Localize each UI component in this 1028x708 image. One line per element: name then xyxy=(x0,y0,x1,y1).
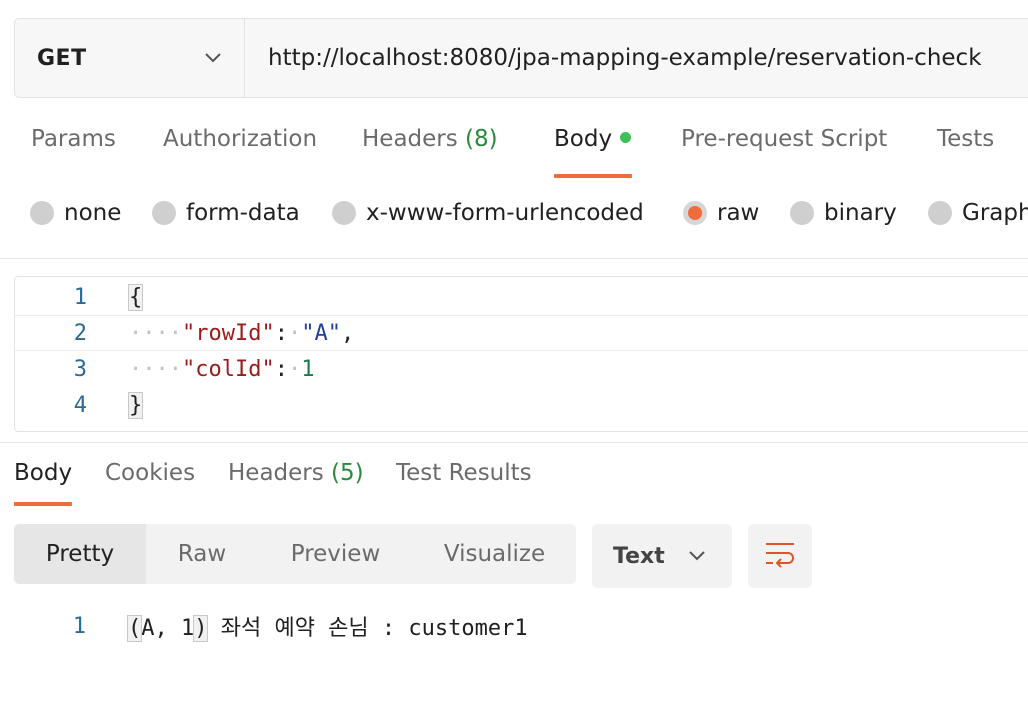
wrap-lines-button[interactable] xyxy=(748,524,812,588)
close-brace: } xyxy=(127,391,144,419)
json-key: "colId" xyxy=(181,356,275,382)
tab-authorization[interactable]: Authorization xyxy=(163,126,317,178)
editor-line: 1 { xyxy=(15,279,1028,315)
radio-form-data[interactable]: form-data xyxy=(152,200,300,226)
response-tabs: Body Cookies Headers (5) Test Results xyxy=(0,460,1028,510)
format-select[interactable]: Text xyxy=(592,524,732,588)
tab-headers[interactable]: Headers (8) xyxy=(362,126,498,178)
body-indicator-dot xyxy=(620,132,632,143)
tab-pre-request-script[interactable]: Pre-request Script xyxy=(681,126,887,178)
line-number: 1 xyxy=(72,613,86,639)
request-tabs: Params Authorization Headers (8) Body Pr… xyxy=(0,126,1028,180)
format-label: Text xyxy=(613,543,665,569)
method-select[interactable]: GET xyxy=(15,19,245,97)
wrap-lines-icon xyxy=(764,540,796,572)
view-preview[interactable]: Preview xyxy=(258,524,413,584)
editor-line: 4 } xyxy=(15,387,1028,423)
line-number: 3 xyxy=(73,356,87,382)
chevron-down-icon xyxy=(204,52,222,64)
request-body-editor[interactable]: 1 { 2 ····"rowId":·"A", 3 ····"colId":·1… xyxy=(14,276,1028,432)
radio-x-www-form-urlencoded[interactable]: x-www-form-urlencoded xyxy=(332,200,644,226)
response-tab-test-results[interactable]: Test Results xyxy=(396,460,532,486)
editor-line: 2 ····"rowId":·"A", xyxy=(15,315,1028,351)
radio-circle xyxy=(790,201,814,225)
radio-none[interactable]: none xyxy=(30,200,121,226)
radio-circle xyxy=(332,201,356,225)
view-pretty[interactable]: Pretty xyxy=(14,524,146,584)
response-tab-body[interactable]: Body xyxy=(14,460,72,486)
view-mode-toggle: Pretty Raw Preview Visualize xyxy=(14,524,576,584)
request-bar: GET http://localhost:8080/jpa-mapping-ex… xyxy=(14,18,1028,98)
body-type-radios: none form-data x-www-form-urlencoded raw… xyxy=(0,200,1028,236)
response-tab-cookies[interactable]: Cookies xyxy=(105,460,195,486)
headers-count: (8) xyxy=(465,126,498,152)
active-response-tab-underline xyxy=(14,502,72,506)
radio-circle-checked xyxy=(683,201,707,225)
radio-raw[interactable]: raw xyxy=(683,200,759,226)
radio-graphql[interactable]: Graph xyxy=(928,200,1028,226)
json-value: 1 xyxy=(301,356,315,382)
paren-open: ( xyxy=(126,615,143,642)
method-label: GET xyxy=(37,45,87,71)
view-raw[interactable]: Raw xyxy=(146,524,258,584)
open-brace: { xyxy=(127,283,144,311)
tab-body[interactable]: Body xyxy=(554,126,632,178)
editor-line: 3 ····"colId":·1 xyxy=(15,351,1028,387)
response-tab-headers[interactable]: Headers (5) xyxy=(228,460,364,486)
radio-circle xyxy=(30,201,54,225)
json-value: "A" xyxy=(301,320,341,346)
radio-circle xyxy=(152,201,176,225)
view-visualize[interactable]: Visualize xyxy=(413,524,576,584)
divider xyxy=(0,442,1028,443)
radio-circle xyxy=(928,201,952,225)
url-input[interactable]: http://localhost:8080/jpa-mapping-exampl… xyxy=(245,19,1028,97)
line-number: 1 xyxy=(73,284,87,310)
response-body-line: 1 (A, 1) 좌석 예약 손님 : customer1 xyxy=(0,606,1028,646)
active-tab-underline xyxy=(554,174,632,178)
tab-params[interactable]: Params xyxy=(31,126,116,178)
headers-count: (5) xyxy=(331,460,364,486)
chevron-down-icon xyxy=(688,547,706,566)
paren-close: ) xyxy=(193,615,209,642)
radio-binary[interactable]: binary xyxy=(790,200,897,226)
tab-tests[interactable]: Tests xyxy=(937,126,994,178)
line-number: 2 xyxy=(73,320,87,346)
json-key: "rowId" xyxy=(181,320,275,346)
response-text: (A, 1) 좌석 예약 손님 : customer1 xyxy=(126,615,528,642)
line-number: 4 xyxy=(73,392,87,418)
divider xyxy=(0,258,1028,259)
